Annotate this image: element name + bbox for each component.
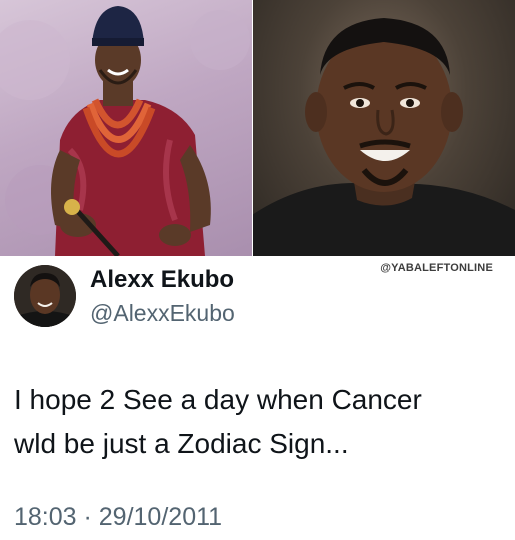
- user-handle[interactable]: @AlexxEkubo: [90, 300, 235, 327]
- photo-divider: [252, 0, 253, 256]
- photo-strip: [0, 0, 515, 256]
- right-photo[interactable]: [252, 0, 515, 256]
- profile-photo-icon: [14, 265, 76, 327]
- left-photo[interactable]: [0, 0, 252, 256]
- tweet-text-line: wld be just a Zodiac Sign...: [14, 428, 349, 459]
- watermark: @YABALEFTONLINE: [380, 262, 493, 274]
- smiling-man-portrait-image: [252, 18, 515, 256]
- display-name[interactable]: Alexx Ekubo: [90, 266, 234, 294]
- tweet-text: I hope 2 See a day when Cancer wld be ju…: [14, 378, 494, 466]
- man-traditional-attire-image: [0, 6, 250, 256]
- tweet-screenshot: @YABALEFTONLINE Alexx Ekubo @AlexxEkubo …: [0, 0, 515, 540]
- tweet-timestamp[interactable]: 18:03 · 29/10/2011: [14, 503, 222, 532]
- tweet-text-line: I hope 2 See a day when Cancer: [14, 384, 422, 415]
- avatar[interactable]: [14, 265, 76, 327]
